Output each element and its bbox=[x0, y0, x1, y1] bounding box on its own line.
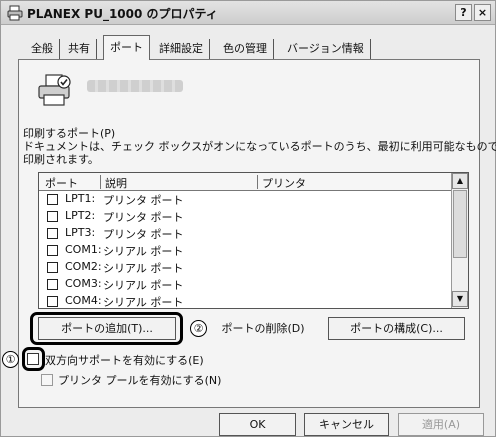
port-checkbox[interactable] bbox=[47, 194, 58, 205]
port-row[interactable]: LPT2: プリンタ ポート bbox=[39, 208, 452, 225]
port-description: シリアル ポート bbox=[103, 245, 184, 258]
window-title: PLANEX PU_1000 のプロパティ bbox=[27, 7, 218, 21]
ports-description-line2: 印刷されます。 bbox=[23, 153, 99, 166]
printer-pooling-label[interactable]: プリンタ プールを有効にする(N) bbox=[58, 372, 221, 388]
port-description: シリアル ポート bbox=[103, 279, 184, 292]
close-button[interactable]: × bbox=[474, 4, 491, 21]
port-name: COM4: bbox=[65, 294, 102, 307]
printer-pooling-checkbox[interactable] bbox=[41, 374, 53, 386]
port-checkbox[interactable] bbox=[47, 228, 58, 239]
scroll-up-button[interactable]: ▲ bbox=[452, 173, 468, 189]
ports-section-label: 印刷するポート(P) bbox=[23, 127, 116, 140]
help-button[interactable]: ? bbox=[455, 4, 472, 21]
cancel-button[interactable]: キャンセル bbox=[304, 413, 389, 436]
column-header-port[interactable]: ポート bbox=[45, 175, 78, 191]
port-checkbox[interactable] bbox=[47, 296, 58, 307]
tab-general[interactable]: 全般 bbox=[25, 39, 60, 59]
vertical-scrollbar[interactable]: ▲ ▼ bbox=[451, 173, 468, 308]
printer-icon bbox=[38, 74, 71, 106]
port-name: COM3: bbox=[65, 277, 102, 290]
title-bar[interactable]: PLANEX PU_1000 のプロパティ ? × bbox=[1, 1, 495, 25]
port-row[interactable]: LPT1: プリンタ ポート bbox=[39, 191, 452, 208]
port-checkbox[interactable] bbox=[47, 245, 58, 256]
port-description: シリアル ポート bbox=[103, 296, 184, 309]
apply-button[interactable]: 適用(A) bbox=[398, 413, 484, 436]
port-name: LPT1: bbox=[65, 192, 96, 205]
port-row[interactable]: COM1: シリアル ポート bbox=[39, 242, 452, 259]
tab-version-info[interactable]: バージョン情報 bbox=[281, 39, 371, 59]
delete-port-button[interactable]: ポートの削除(D) bbox=[207, 317, 319, 340]
port-name: COM1: bbox=[65, 243, 102, 256]
port-description: プリンタ ポート bbox=[103, 211, 184, 224]
printer-name-blurred bbox=[87, 80, 183, 92]
tab-sharing[interactable]: 共有 bbox=[62, 39, 97, 59]
bidirectional-checkbox[interactable] bbox=[27, 353, 39, 365]
configure-port-button[interactable]: ポートの構成(C)... bbox=[328, 317, 465, 340]
port-name: LPT3: bbox=[65, 226, 96, 239]
column-header-printer[interactable]: プリンタ bbox=[262, 175, 306, 191]
port-description: プリンタ ポート bbox=[103, 228, 184, 241]
port-row[interactable]: COM2: シリアル ポート bbox=[39, 259, 452, 276]
properties-dialog: PLANEX PU_1000 のプロパティ ? × 全般 共有 ポート 詳細設定… bbox=[0, 0, 496, 437]
port-name: COM2: bbox=[65, 260, 102, 273]
port-name: LPT2: bbox=[65, 209, 96, 222]
port-list[interactable]: ポート 説明 プリンタ LPT1: プリンタ ポート LPT2: プリンタ ポー… bbox=[38, 172, 469, 309]
port-row[interactable]: LPT3: プリンタ ポート bbox=[39, 225, 452, 242]
callout-number-1: ① bbox=[2, 351, 19, 368]
column-divider[interactable] bbox=[257, 175, 258, 189]
scroll-down-button[interactable]: ▼ bbox=[452, 291, 468, 307]
column-header-description[interactable]: 説明 bbox=[105, 175, 127, 191]
tab-color-management[interactable]: 色の管理 bbox=[217, 39, 274, 59]
port-checkbox[interactable] bbox=[47, 262, 58, 273]
port-list-header: ポート 説明 プリンタ bbox=[39, 173, 452, 191]
tab-ports[interactable]: ポート bbox=[103, 35, 150, 60]
scroll-thumb[interactable] bbox=[453, 190, 467, 258]
port-row[interactable]: COM3: シリアル ポート bbox=[39, 276, 452, 293]
port-description: シリアル ポート bbox=[103, 262, 184, 275]
printer-icon bbox=[7, 5, 23, 21]
port-description: プリンタ ポート bbox=[103, 194, 184, 207]
ok-button[interactable]: OK bbox=[219, 413, 296, 436]
bidirectional-label[interactable]: 双方向サポートを有効にする(E) bbox=[45, 352, 204, 368]
callout-number-2: ② bbox=[190, 320, 207, 337]
port-row[interactable]: COM4: シリアル ポート bbox=[39, 293, 452, 309]
port-checkbox[interactable] bbox=[47, 211, 58, 222]
callout-highlight-add-port bbox=[30, 312, 183, 345]
tab-advanced[interactable]: 詳細設定 bbox=[153, 39, 210, 59]
ports-description-line1: ドキュメントは、チェック ボックスがオンになっているポートのうち、最初に利用可能… bbox=[23, 140, 496, 153]
column-divider[interactable] bbox=[100, 175, 101, 189]
port-checkbox[interactable] bbox=[47, 279, 58, 290]
